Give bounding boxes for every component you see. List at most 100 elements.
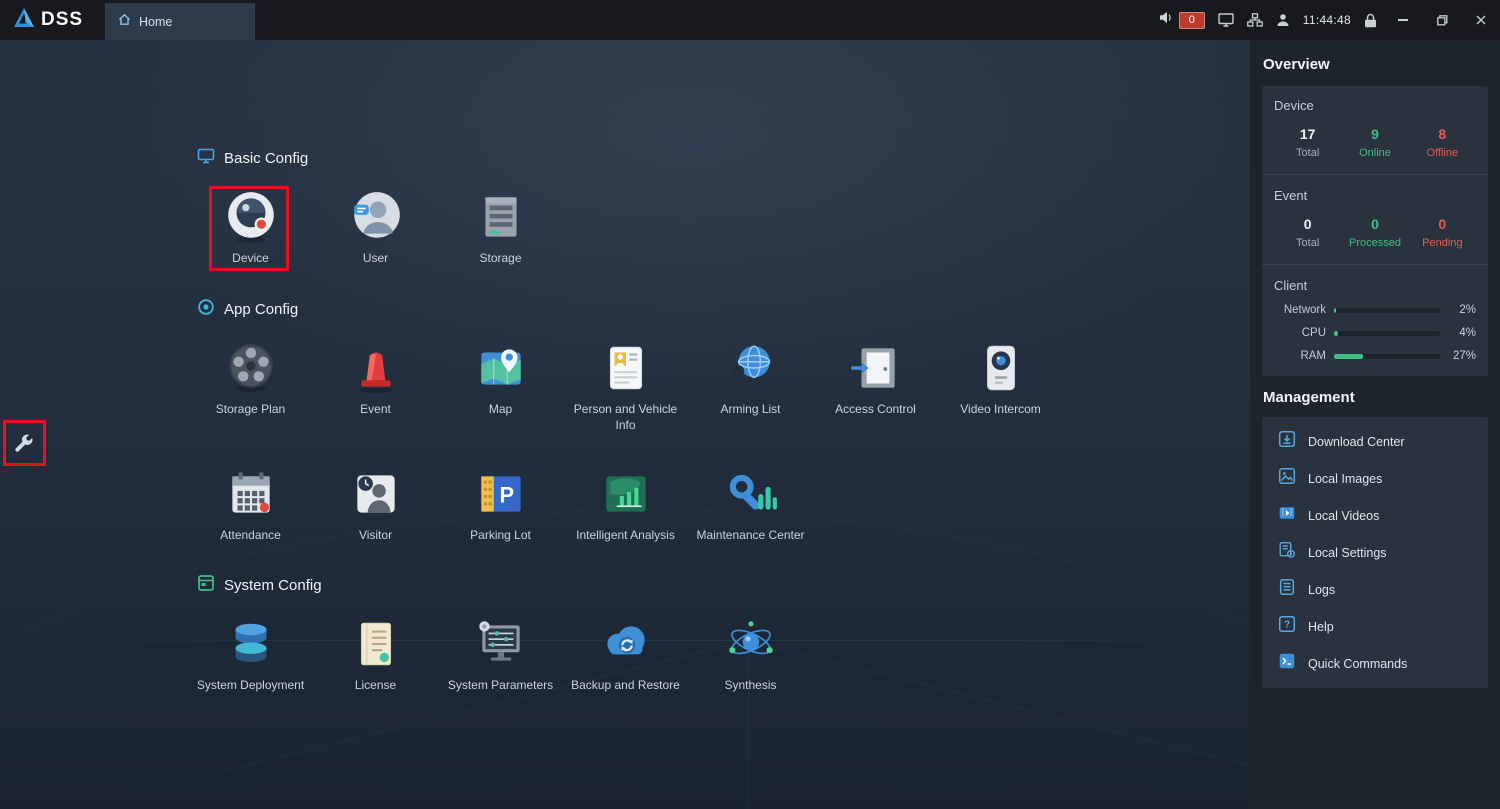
close-icon [1476, 15, 1486, 25]
rail-config-button[interactable] [12, 432, 35, 455]
quick-commands-icon [1278, 652, 1296, 675]
management-item-help[interactable]: ? Help [1262, 608, 1488, 645]
alarm-count-badge: 0 [1179, 12, 1205, 29]
launcher-item-intelligent-analysis[interactable]: Intelligent Analysis [563, 465, 688, 544]
local-settings-icon [1278, 541, 1296, 564]
management-item-local-videos[interactable]: Local Videos [1262, 497, 1488, 534]
management-item-local-settings[interactable]: Local Settings [1262, 534, 1488, 571]
logs-icon [1278, 578, 1296, 601]
launcher-item-label: System Parameters [448, 678, 553, 694]
launcher-item-backup-and-restore[interactable]: Backup and Restore [563, 615, 688, 694]
launcher-item-label: Map [489, 402, 512, 418]
launcher-item-label: Attendance [220, 528, 281, 544]
backup-restore-icon [597, 615, 655, 673]
section-title: App Config [224, 301, 298, 318]
launcher-item-access-control[interactable]: Access Control [813, 339, 938, 433]
app-config-icon [197, 298, 215, 320]
visitor-icon [347, 465, 405, 523]
display-icon[interactable] [1218, 13, 1234, 27]
network-topology-icon[interactable] [1247, 13, 1263, 27]
app-config-row-2: Attendance Visitor [188, 465, 813, 544]
launcher-item-label: Access Control [835, 402, 916, 418]
launcher-item-person-and-vehicle-info[interactable]: Person and Vehicle Info [563, 339, 688, 433]
device-offline-stat: 8 Offline [1409, 126, 1476, 159]
overview-event-label: Event [1274, 188, 1476, 203]
event-pending-stat: 0 Pending [1409, 216, 1476, 249]
launcher-item-label: Parking Lot [470, 528, 531, 544]
minimize-icon [1398, 19, 1408, 21]
launcher-item-arming-list[interactable]: Arming List [688, 339, 813, 433]
launcher-item-label: Person and Vehicle Info [567, 402, 685, 433]
launcher-item-label: Video Intercom [960, 402, 1041, 418]
alarm-indicator[interactable]: 0 [1159, 11, 1205, 29]
clock: 11:44:48 [1303, 13, 1351, 27]
management-item-local-images[interactable]: Local Images [1262, 460, 1488, 497]
attendance-icon [222, 465, 280, 523]
close-button[interactable] [1468, 0, 1494, 40]
launcher-item-license[interactable]: License [313, 615, 438, 694]
launcher-item-map[interactable]: Map [438, 339, 563, 433]
launcher-item-maintenance-center[interactable]: Maintenance Center [688, 465, 813, 544]
storage-plan-icon [222, 339, 280, 397]
basic-config-icon [197, 147, 215, 169]
launcher-item-visitor[interactable]: Visitor [313, 465, 438, 544]
rail-apps-button[interactable] [14, 396, 34, 416]
tab-home[interactable]: Home [105, 3, 255, 40]
launcher-item-label: System Deployment [197, 678, 304, 694]
management-item-download-center[interactable]: Download Center [1262, 423, 1488, 460]
launcher-item-label: Storage Plan [216, 402, 285, 418]
local-videos-icon [1278, 504, 1296, 527]
ram-usage-bar [1334, 354, 1440, 359]
launcher-item-attendance[interactable]: Attendance [188, 465, 313, 544]
launcher-item-storage[interactable]: Storage [438, 188, 563, 267]
app-logo-text: DSS [41, 9, 83, 31]
speaker-icon [1159, 11, 1174, 29]
wrench-icon [12, 432, 35, 455]
launcher-item-label: Event [360, 402, 391, 418]
maintenance-center-icon [722, 465, 780, 523]
launcher-item-system-parameters[interactable]: System Parameters [438, 615, 563, 694]
user-icon [347, 188, 405, 246]
launcher-item-synthesis[interactable]: Synthesis [688, 615, 813, 694]
local-images-icon [1278, 467, 1296, 490]
maximize-button[interactable] [1429, 0, 1455, 40]
launcher-item-storage-plan[interactable]: Storage Plan [188, 339, 313, 433]
section-header-app-config: App Config [197, 298, 298, 320]
system-config-icon [197, 574, 215, 596]
minimize-button[interactable] [1390, 0, 1416, 40]
launcher-item-label: Device [232, 251, 269, 267]
person-vehicle-icon [597, 339, 655, 397]
management-item-quick-commands[interactable]: Quick Commands [1262, 645, 1488, 682]
launcher-item-system-deployment[interactable]: System Deployment [188, 615, 313, 694]
overview-client-label: Client [1274, 278, 1476, 293]
management-item-logs[interactable]: Logs [1262, 571, 1488, 608]
app-config-row-1: Storage Plan Event [188, 339, 1063, 433]
launcher-item-label: Storage [479, 251, 521, 267]
lock-icon[interactable] [1364, 13, 1377, 28]
parking-lot-icon: P [472, 465, 530, 523]
system-parameters-icon [472, 615, 530, 673]
svg-text:?: ? [1284, 620, 1290, 631]
launcher-item-video-intercom[interactable]: Video Intercom [938, 339, 1063, 433]
system-deployment-icon [222, 615, 280, 673]
tab-home-label: Home [139, 15, 172, 29]
section-header-basic-config: Basic Config [197, 147, 308, 169]
user-account-icon[interactable] [1276, 13, 1290, 27]
system-config-row: System Deployment License [188, 615, 813, 694]
svg-text:P: P [499, 482, 514, 507]
launcher-item-parking-lot[interactable]: P Parking Lot [438, 465, 563, 544]
help-icon: ? [1278, 615, 1296, 638]
launcher-item-user[interactable]: User [313, 188, 438, 267]
launcher-item-device[interactable]: Device [188, 188, 313, 267]
section-title: Basic Config [224, 150, 308, 167]
dss-logo-icon [12, 7, 36, 34]
event-total-stat: 0 Total [1274, 216, 1341, 249]
map-icon [472, 339, 530, 397]
launcher-item-label: Arming List [720, 402, 780, 418]
divider [1262, 264, 1488, 265]
ram-usage-metric: RAM 27% [1274, 350, 1476, 362]
storage-icon [472, 188, 530, 246]
launcher-item-label: User [363, 251, 388, 267]
launcher-item-event[interactable]: Event [313, 339, 438, 433]
restore-icon [1437, 15, 1448, 26]
